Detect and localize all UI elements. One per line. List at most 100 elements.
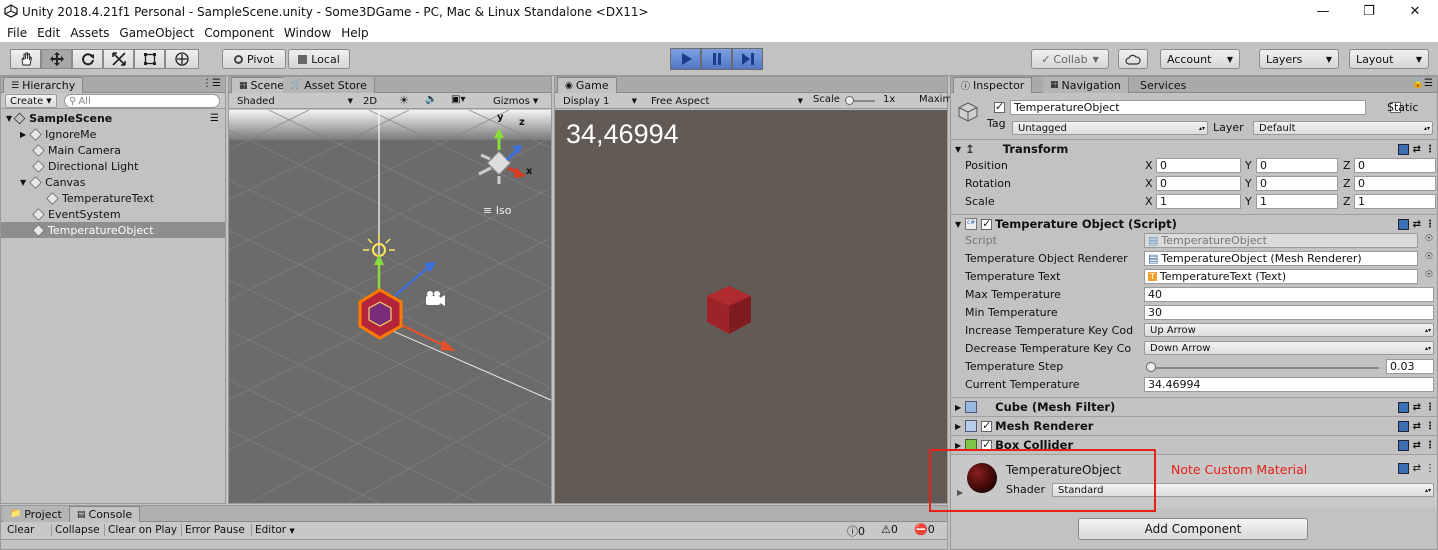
settings-icon[interactable]: ⇄: [1413, 402, 1421, 413]
help-icon[interactable]: [1397, 420, 1409, 432]
selected-cube-icon[interactable]: [358, 288, 403, 340]
menu-window[interactable]: Window: [284, 26, 331, 40]
scale-slider-thumb[interactable]: [845, 96, 854, 105]
settings-icon[interactable]: ⇄: [1413, 463, 1421, 474]
cloud-button[interactable]: [1118, 49, 1148, 69]
play-button[interactable]: [670, 48, 701, 70]
min-temperature-field[interactable]: 30: [1144, 305, 1434, 320]
rotation-x-field[interactable]: 0: [1156, 176, 1241, 191]
temperature-step-slider-thumb[interactable]: [1146, 362, 1157, 372]
mesh-renderer-enabled-checkbox[interactable]: [981, 419, 993, 432]
effects-icon[interactable]: ▣▾: [451, 94, 465, 105]
clear-on-play-toggle[interactable]: Clear on Play: [104, 524, 177, 536]
object-picker-icon[interactable]: ☉: [1425, 234, 1433, 244]
maximize-button[interactable]: ❐: [1346, 0, 1392, 23]
scene-viewport[interactable]: y z x ≡ Iso: [229, 110, 551, 503]
hierarchy-item-temperatureobject[interactable]: TemperatureObject: [1, 222, 225, 238]
step-button[interactable]: [732, 48, 763, 70]
collapse-arrow-icon[interactable]: ▶: [955, 422, 961, 431]
expand-arrow-icon[interactable]: ▼: [6, 114, 12, 123]
menu-file[interactable]: File: [7, 26, 27, 40]
rect-tool-button[interactable]: [134, 49, 165, 69]
help-icon[interactable]: [1397, 439, 1409, 451]
help-icon[interactable]: [1397, 463, 1409, 474]
game-viewport[interactable]: 34,46994: [555, 110, 947, 503]
settings-icon[interactable]: ⇄: [1413, 219, 1421, 230]
position-y-field[interactable]: 0: [1256, 158, 1338, 173]
scale-x-field[interactable]: 1: [1156, 194, 1241, 209]
transform-header[interactable]: ▼ ↥ Transform ⇄ ⋮: [951, 139, 1437, 158]
box-collider-header[interactable]: ▶ Box Collider ⇄⋮: [951, 435, 1437, 454]
temperature-step-field[interactable]: 0.03: [1386, 359, 1434, 374]
account-dropdown[interactable]: Account ▼: [1160, 49, 1240, 69]
object-picker-icon[interactable]: ☉: [1425, 252, 1433, 262]
settings-icon[interactable]: ⇄: [1413, 421, 1421, 432]
shading-dropdown[interactable]: Shaded ▼: [233, 94, 355, 108]
pivot-toggle[interactable]: Pivot: [222, 49, 286, 69]
object-picker-icon[interactable]: ☉: [1425, 270, 1433, 280]
component-menu-icon[interactable]: ⋮: [1425, 144, 1435, 155]
panel-menu-icon[interactable]: ⋮☰: [202, 78, 221, 89]
tab-project[interactable]: 📁 Project: [3, 506, 70, 522]
transform-tool-button[interactable]: [165, 49, 199, 69]
move-tool-button[interactable]: [41, 49, 72, 69]
2d-toggle[interactable]: 2D: [359, 94, 383, 108]
create-dropdown[interactable]: Create ▼: [5, 94, 57, 108]
script-enabled-checkbox[interactable]: [981, 217, 993, 230]
expand-arrow-icon[interactable]: ▼: [955, 220, 961, 229]
scale-tool-button[interactable]: [103, 49, 134, 69]
decrease-key-dropdown[interactable]: Down Arrow: [1144, 341, 1434, 355]
hierarchy-item-temperaturetext[interactable]: TemperatureText: [1, 190, 225, 206]
help-icon[interactable]: [1397, 143, 1409, 155]
box-collider-enabled-checkbox[interactable]: [981, 438, 993, 451]
menu-component[interactable]: Component: [204, 26, 274, 40]
hierarchy-item-ignoreme[interactable]: ▶ IgnoreMe: [1, 126, 225, 142]
scale-y-field[interactable]: 1: [1256, 194, 1338, 209]
gizmos-dropdown[interactable]: Gizmos ▼: [489, 94, 541, 108]
script-component-header[interactable]: ▼ c# Temperature Object (Script) ⇄⋮: [951, 214, 1437, 233]
mesh-renderer-header[interactable]: ▶ Mesh Renderer ⇄⋮: [951, 416, 1437, 435]
expand-arrow-icon[interactable]: ▶: [957, 488, 963, 497]
tab-navigation[interactable]: ▦ Navigation: [1043, 77, 1129, 93]
active-checkbox[interactable]: [994, 100, 1005, 113]
expand-arrow-icon[interactable]: ▼: [20, 178, 26, 187]
help-icon[interactable]: [1397, 401, 1409, 413]
minimize-button[interactable]: —: [1300, 0, 1346, 23]
layer-dropdown[interactable]: Default: [1253, 121, 1433, 135]
help-icon[interactable]: [1397, 218, 1409, 230]
hierarchy-item-directional-light[interactable]: Directional Light: [1, 158, 225, 174]
menu-assets[interactable]: Assets: [70, 26, 109, 40]
add-component-button[interactable]: Add Component: [1078, 518, 1308, 540]
current-temperature-field[interactable]: 34.46994: [1144, 377, 1434, 392]
tab-hierarchy[interactable]: ☰ Hierarchy: [3, 77, 84, 93]
hierarchy-item-main-camera[interactable]: Main Camera: [1, 142, 225, 158]
local-toggle[interactable]: Local: [288, 49, 350, 69]
collapse-arrow-icon[interactable]: ▶: [955, 441, 961, 450]
display-dropdown[interactable]: Display 1 ▼: [559, 94, 641, 108]
hand-tool-button[interactable]: [10, 49, 41, 69]
object-name-input[interactable]: TemperatureObject: [1010, 100, 1366, 115]
menu-edit[interactable]: Edit: [37, 26, 60, 40]
lighting-icon[interactable]: ☀: [399, 94, 409, 107]
scene-row[interactable]: ▼ SampleScene ☰: [1, 110, 225, 126]
menu-help[interactable]: Help: [341, 26, 368, 40]
editor-dropdown[interactable]: Editor ▼: [251, 524, 295, 536]
aspect-dropdown[interactable]: Free Aspect ▼: [647, 94, 807, 108]
component-menu-icon[interactable]: ⋮: [1425, 219, 1435, 230]
tab-services[interactable]: Services: [1133, 77, 1193, 93]
menu-gameobject[interactable]: GameObject: [119, 26, 194, 40]
scene-menu-icon[interactable]: ☰: [210, 113, 219, 124]
temperature-text-field[interactable]: T TemperatureText (Text): [1144, 269, 1418, 284]
tag-dropdown[interactable]: Untagged: [1012, 121, 1208, 135]
max-temperature-field[interactable]: 40: [1144, 287, 1434, 302]
temperature-step-slider[interactable]: [1147, 367, 1379, 369]
rotation-z-field[interactable]: 0: [1354, 176, 1436, 191]
component-menu-icon[interactable]: ⋮: [1425, 463, 1435, 474]
hierarchy-item-canvas[interactable]: ▼ Canvas: [1, 174, 225, 190]
position-x-field[interactable]: 0: [1156, 158, 1241, 173]
renderer-field[interactable]: ▤ TemperatureObject (Mesh Renderer): [1144, 251, 1418, 266]
error-pause-toggle[interactable]: Error Pause: [181, 524, 245, 536]
shader-dropdown[interactable]: Standard: [1052, 483, 1434, 497]
collapse-arrow-icon[interactable]: ▶: [955, 403, 961, 412]
info-count-toggle[interactable]: ⓘ0: [847, 523, 865, 539]
